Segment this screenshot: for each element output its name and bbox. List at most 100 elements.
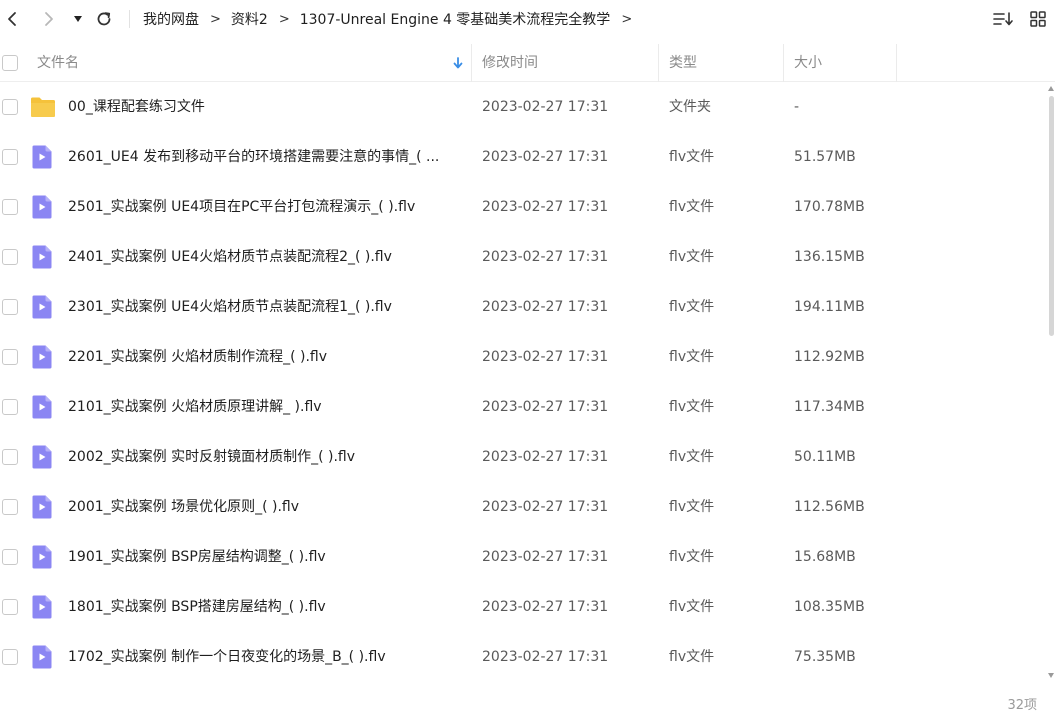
sort-button[interactable]: [990, 8, 1016, 30]
video-file-icon: [32, 545, 54, 569]
file-name[interactable]: 1702_实战案例 制作一个日夜变化的场景_B_( ).flv: [68, 646, 463, 668]
file-name[interactable]: 1801_实战案例 BSP搭建房屋结构_( ).flv: [68, 596, 463, 618]
file-list: 00_课程配套练习文件 2023-02-27 17:31 文件夹 - 2601_UE4 …: [0, 82, 1048, 682]
breadcrumb-separator: >: [210, 11, 221, 27]
file-type: flv文件: [669, 299, 715, 315]
select-all-checkbox[interactable]: [2, 55, 18, 71]
video-file-icon: [32, 245, 54, 269]
file-row[interactable]: 2401_实战案例 UE4火焰材质节点装配流程2_( ).flv 2023-02-…: [0, 232, 1048, 282]
file-modified-date: 2023-02-27 17:31: [482, 399, 609, 415]
refresh-button[interactable]: [93, 8, 115, 30]
file-type: flv文件: [669, 599, 715, 615]
row-checkbox[interactable]: [2, 199, 18, 215]
row-checkbox[interactable]: [2, 99, 18, 115]
row-checkbox[interactable]: [2, 499, 18, 515]
arrow-down-icon[interactable]: [452, 56, 464, 70]
row-checkbox[interactable]: [2, 449, 18, 465]
file-name[interactable]: 2201_实战案例 火焰材质制作流程_( ).flv: [68, 346, 463, 368]
file-modified-date: 2023-02-27 17:31: [482, 199, 609, 215]
file-row[interactable]: 1702_实战案例 制作一个日夜变化的场景_B_( ).flv 2023-02-2…: [0, 632, 1048, 682]
vertical-scrollbar[interactable]: [1047, 82, 1055, 682]
file-modified-date: 2023-02-27 17:31: [482, 549, 609, 565]
file-size: 136.15MB: [794, 249, 865, 265]
file-name[interactable]: 2301_实战案例 UE4火焰材质节点装配流程1_( ).flv: [68, 296, 463, 318]
file-row[interactable]: 1801_实战案例 BSP搭建房屋结构_( ).flv 2023-02-27 17…: [0, 582, 1048, 632]
file-name[interactable]: 00_课程配套练习文件: [68, 96, 463, 118]
row-checkbox[interactable]: [2, 549, 18, 565]
row-checkbox[interactable]: [2, 349, 18, 365]
file-size: 51.57MB: [794, 149, 856, 165]
file-type: flv文件: [669, 349, 715, 365]
toolbar-divider: [129, 10, 130, 28]
video-file-icon: [32, 145, 54, 169]
file-row[interactable]: 2002_实战案例 实时反射镜面材质制作_( ).flv 2023-02-27 1…: [0, 432, 1048, 482]
file-size: 194.11MB: [794, 299, 865, 315]
video-file-icon: [32, 345, 54, 369]
row-checkbox[interactable]: [2, 649, 18, 665]
scroll-down-arrow-icon[interactable]: [1048, 673, 1054, 678]
file-name[interactable]: 2501_实战案例 UE4项目在PC平台打包流程演示_( ).flv: [68, 196, 463, 218]
file-name[interactable]: 2002_实战案例 实时反射镜面材质制作_( ).flv: [68, 446, 463, 468]
file-modified-date: 2023-02-27 17:31: [482, 249, 609, 265]
file-list-header: 文件名 修改时间 类型 大小: [0, 44, 1055, 82]
file-name[interactable]: 2601_UE4 发布到移动平台的环境搭建需要注意的事情_( ...: [68, 146, 463, 168]
history-dropdown-button[interactable]: [67, 8, 89, 30]
breadcrumb-separator: >: [278, 11, 290, 27]
forward-button[interactable]: [37, 8, 59, 30]
back-button[interactable]: [2, 8, 24, 30]
file-row[interactable]: 2601_UE4 发布到移动平台的环境搭建需要注意的事情_( ... 2023-0…: [0, 132, 1048, 182]
file-row[interactable]: 00_课程配套练习文件 2023-02-27 17:31 文件夹 -: [0, 82, 1048, 132]
file-type: flv文件: [669, 149, 715, 165]
breadcrumb-item-root[interactable]: 我的网盘: [143, 9, 199, 29]
file-type: flv文件: [669, 499, 715, 515]
column-header-size[interactable]: 大小: [794, 44, 822, 82]
column-divider[interactable]: [471, 44, 472, 82]
file-size: 108.35MB: [794, 599, 865, 615]
refresh-icon: [97, 12, 111, 26]
video-file-icon: [32, 645, 54, 669]
file-size: 112.92MB: [794, 349, 865, 365]
file-type: flv文件: [669, 649, 715, 665]
breadcrumb: 我的网盘 > 资料2 > 1307-Unreal Engine 4 零基础美术流…: [143, 9, 642, 29]
column-header-name[interactable]: 文件名: [37, 44, 79, 82]
column-header-modified[interactable]: 修改时间: [482, 44, 538, 82]
file-modified-date: 2023-02-27 17:31: [482, 349, 609, 365]
file-row[interactable]: 2301_实战案例 UE4火焰材质节点装配流程1_( ).flv 2023-02-…: [0, 282, 1048, 332]
scroll-up-arrow-icon[interactable]: [1048, 86, 1054, 91]
file-row[interactable]: 2501_实战案例 UE4项目在PC平台打包流程演示_( ).flv 2023-0…: [0, 182, 1048, 232]
toolbar: 我的网盘 > 资料2 > 1307-Unreal Engine 4 零基础美术流…: [0, 0, 1055, 40]
scrollbar-thumb[interactable]: [1049, 96, 1054, 336]
video-file-icon: [32, 395, 54, 419]
breadcrumb-item-folder[interactable]: 资料2: [231, 9, 268, 29]
grid-view-icon: [1030, 11, 1046, 27]
file-modified-date: 2023-02-27 17:31: [482, 499, 609, 515]
item-count: 32项: [1007, 698, 1037, 713]
file-name[interactable]: 1901_实战案例 BSP房屋结构调整_( ).flv: [68, 546, 463, 568]
view-toggle-button[interactable]: [1026, 8, 1050, 30]
chevron-right-icon: [45, 12, 53, 26]
row-checkbox[interactable]: [2, 149, 18, 165]
column-divider[interactable]: [783, 44, 784, 82]
file-row[interactable]: 2201_实战案例 火焰材质制作流程_( ).flv 2023-02-27 17:…: [0, 332, 1048, 382]
file-type: flv文件: [669, 549, 715, 565]
column-header-type[interactable]: 类型: [669, 44, 697, 82]
file-row[interactable]: 2001_实战案例 场景优化原则_( ).flv 2023-02-27 17:31…: [0, 482, 1048, 532]
row-checkbox[interactable]: [2, 299, 18, 315]
video-file-icon: [32, 595, 54, 619]
file-row[interactable]: 1901_实战案例 BSP房屋结构调整_( ).flv 2023-02-27 17…: [0, 532, 1048, 582]
file-size: 117.34MB: [794, 399, 865, 415]
file-name[interactable]: 2101_实战案例 火焰材质原理讲解_ ).flv: [68, 396, 463, 418]
file-row[interactable]: 2101_实战案例 火焰材质原理讲解_ ).flv 2023-02-27 17:3…: [0, 382, 1048, 432]
file-modified-date: 2023-02-27 17:31: [482, 449, 609, 465]
file-modified-date: 2023-02-27 17:31: [482, 299, 609, 315]
file-name[interactable]: 2001_实战案例 场景优化原则_( ).flv: [68, 496, 463, 518]
row-checkbox[interactable]: [2, 399, 18, 415]
breadcrumb-item-current[interactable]: 1307-Unreal Engine 4 零基础美术流程完全教学: [300, 9, 611, 29]
file-size: 75.35MB: [794, 649, 856, 665]
column-divider[interactable]: [658, 44, 659, 82]
row-checkbox[interactable]: [2, 249, 18, 265]
row-checkbox[interactable]: [2, 599, 18, 615]
file-size: -: [794, 99, 800, 115]
file-name[interactable]: 2401_实战案例 UE4火焰材质节点装配流程2_( ).flv: [68, 246, 463, 268]
column-divider[interactable]: [896, 44, 897, 82]
